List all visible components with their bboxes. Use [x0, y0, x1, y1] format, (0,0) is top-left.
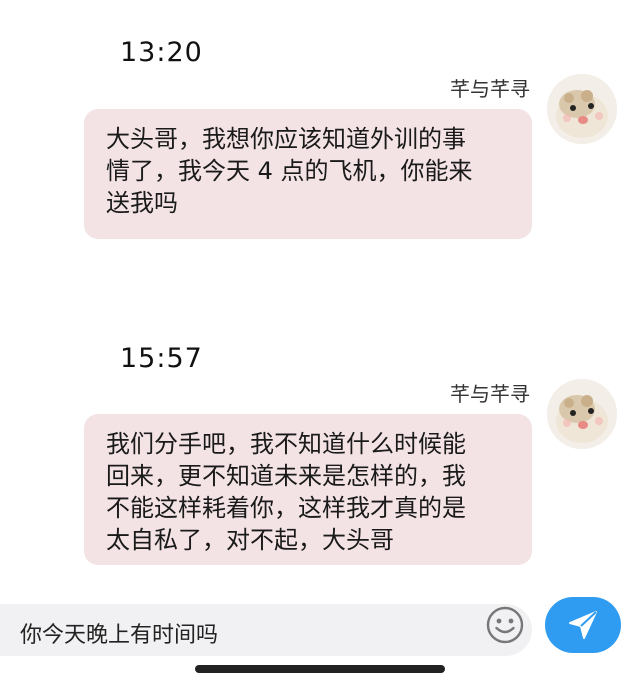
hamster-avatar-icon[interactable]	[547, 74, 617, 144]
message-line: 送我吗	[106, 189, 178, 217]
message-line: 太自私了，对不起，大头哥	[106, 526, 394, 554]
send-button[interactable]	[545, 597, 621, 653]
message-line: 大头哥，我想你应该知道外训的事	[106, 125, 466, 153]
send-icon	[569, 611, 597, 639]
sender-name: 芊与芊寻	[450, 77, 530, 101]
home-indicator	[195, 665, 445, 673]
message-line: 回来，更不知道未来是怎样的，我	[106, 462, 466, 490]
message-timestamp: 13:20	[120, 37, 203, 68]
message-input[interactable]: 你今天晚上有时间吗	[0, 604, 532, 656]
smiley-icon[interactable]	[485, 605, 525, 645]
message-timestamp: 15:57	[120, 343, 203, 374]
hamster-avatar-icon[interactable]	[547, 379, 617, 449]
message-bubble[interactable]: 我们分手吧，我不知道什么时候能 回来，更不知道未来是怎样的，我 不能这样耗着你，…	[84, 414, 532, 565]
message-line: 我们分手吧，我不知道什么时候能	[106, 430, 466, 458]
message-line: 不能这样耗着你，这样我才真的是	[106, 494, 466, 522]
message-line: 情了，我今天 4 点的飞机，你能来	[106, 157, 473, 185]
message-bubble[interactable]: 大头哥，我想你应该知道外训的事 情了，我今天 4 点的飞机，你能来 送我吗	[84, 109, 532, 239]
message-input-text: 你今天晚上有时间吗	[20, 623, 219, 648]
sender-name: 芊与芊寻	[450, 382, 530, 406]
